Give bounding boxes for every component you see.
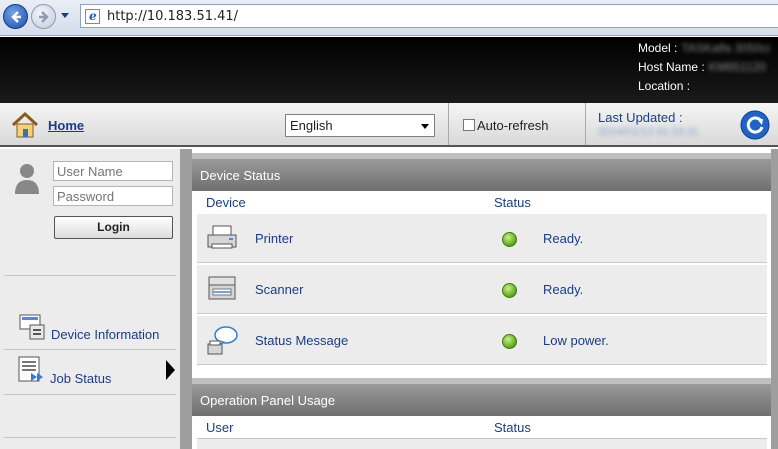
column-header-status: Status [494, 420, 531, 435]
sidebar: Login Device Information Job Status [0, 149, 180, 449]
device-name: Scanner [255, 282, 304, 297]
auto-refresh-checkbox[interactable] [463, 119, 475, 131]
forward-button[interactable] [31, 4, 56, 29]
table-row[interactable]: Status Message Low power. [197, 315, 767, 365]
forward-arrow-icon [39, 11, 49, 23]
browser-toolbar: e http://10.183.51.41/ [0, 0, 778, 36]
user-avatar-icon [15, 164, 39, 194]
divider [4, 275, 176, 276]
home-icon[interactable] [10, 111, 40, 139]
back-button[interactable] [3, 4, 28, 29]
status-indicator [502, 232, 517, 247]
divider [448, 103, 449, 145]
host-label: Host Name : [638, 60, 705, 74]
username-input[interactable] [53, 161, 173, 181]
panel-title: Device Status [200, 168, 281, 183]
address-text: http://10.183.51.41/ [107, 9, 239, 24]
operation-panel-header: Operation Panel Usage [192, 378, 771, 416]
device-info-block: Model : TASKalfa 3050ci Host Name : KM6511… [638, 39, 774, 96]
history-dropdown-icon[interactable] [60, 12, 70, 20]
refresh-icon[interactable] [740, 110, 770, 140]
login-button[interactable]: Login [54, 216, 173, 239]
divider [4, 394, 176, 395]
model-value: TASKalfa 3050ci [681, 41, 770, 55]
page-header: Model : TASKalfa 3050ci Host Name : KM6511… [0, 37, 778, 103]
device-status-header: Device Status [192, 153, 771, 191]
job-status-icon [18, 356, 43, 382]
divider [4, 437, 176, 438]
scanner-icon [208, 276, 236, 300]
device-status: Ready. [543, 282, 584, 297]
location-label: Location : [638, 79, 691, 93]
status-indicator [502, 283, 517, 298]
printer-icon [207, 225, 237, 249]
chevron-down-icon [421, 124, 429, 129]
sidebar-item-label: Job Status [50, 371, 112, 386]
table-row [197, 438, 767, 449]
column-header-user: User [206, 420, 234, 435]
device-status: Low power. [543, 333, 609, 348]
panel-title: Operation Panel Usage [200, 393, 336, 408]
divider [585, 103, 586, 145]
expand-arrow-icon[interactable] [166, 360, 175, 380]
address-bar[interactable]: e http://10.183.51.41/ [80, 4, 778, 28]
language-select[interactable]: English [285, 114, 435, 137]
password-input[interactable] [53, 186, 173, 206]
sidebar-item-job-status[interactable]: Job Status [0, 353, 180, 391]
column-header-device: Device [206, 195, 246, 210]
last-updated-label: Last Updated : [598, 110, 683, 125]
language-value: English [290, 118, 333, 133]
status-message-icon [207, 326, 238, 355]
home-link[interactable]: Home [48, 118, 84, 133]
auto-refresh-label: Auto-refresh [477, 118, 549, 133]
back-arrow-icon [11, 11, 21, 23]
divider [4, 349, 176, 350]
host-value: KM651120 [708, 60, 766, 74]
sidebar-divider-strip [180, 149, 192, 449]
device-name: Status Message [255, 333, 349, 348]
sidebar-item-device-information[interactable]: Device Information [0, 311, 180, 349]
right-edge-strip [771, 149, 778, 449]
device-info-icon [19, 314, 45, 340]
main-toolbar: Home English Auto-refresh Last Updated :… [0, 103, 778, 147]
status-indicator [502, 334, 517, 349]
last-updated-value: 2014/01/13 01:33:31 [598, 126, 699, 138]
table-row[interactable]: Printer Ready. [197, 213, 767, 263]
page-icon: e [85, 9, 100, 24]
device-status: Ready. [543, 231, 584, 246]
device-name: Printer [255, 231, 294, 246]
table-row[interactable]: Scanner Ready. [197, 264, 767, 314]
column-header-status: Status [494, 195, 531, 210]
model-label: Model : [638, 41, 678, 55]
sidebar-item-label: Device Information [51, 327, 160, 342]
